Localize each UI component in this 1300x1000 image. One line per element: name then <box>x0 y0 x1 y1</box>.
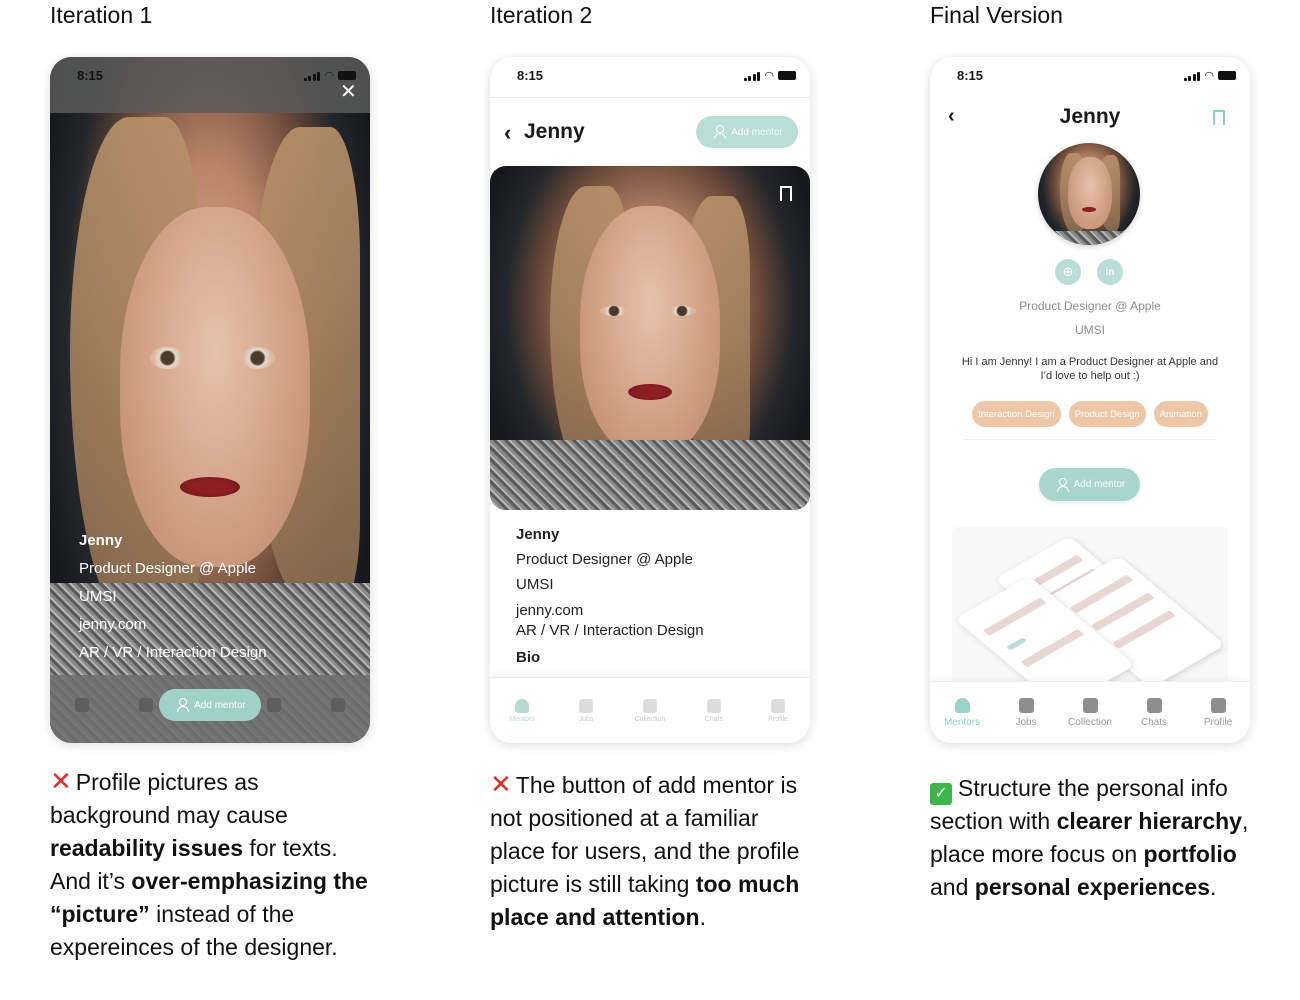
check-mark-icon: ✓ <box>930 783 952 805</box>
nav-item-mentors[interactable]: Mentors <box>498 698 546 723</box>
add-person-icon <box>711 125 727 139</box>
bottom-nav: Mentors Jobs Collection Chats Profile <box>490 677 810 743</box>
status-bar: 8:15 ◠ <box>930 57 1250 97</box>
nav-item-mentors[interactable]: Mentors <box>62 698 102 720</box>
person-icon <box>771 698 785 713</box>
column-title-iteration-1: Iteration 1 <box>50 2 153 28</box>
profile-interests: AR / VR / Interaction Design <box>79 644 267 661</box>
bio-heading: Bio <box>516 649 541 666</box>
caption-text: Structure the personal info section with… <box>930 775 1249 900</box>
briefcase-icon <box>1018 697 1034 713</box>
signal-icon <box>743 71 761 81</box>
status-time: 8:15 <box>77 68 104 83</box>
wifi-icon: ◠ <box>324 70 334 82</box>
add-mentor-button[interactable]: Add mentor <box>696 116 798 148</box>
caption-final-version: ✓ Structure the personal info section wit… <box>930 772 1250 904</box>
page-title: Jenny <box>524 120 585 143</box>
caption-iteration-2: ✕ The button of add mentor is not positio… <box>490 768 810 934</box>
profile-name: Jenny <box>79 532 123 549</box>
bookmark-icon[interactable] <box>780 186 792 201</box>
briefcase-icon <box>139 698 153 712</box>
avatar <box>1038 143 1140 245</box>
nav-item-profile[interactable]: Profile <box>1190 697 1246 728</box>
wifi-icon: ◠ <box>1204 70 1214 82</box>
wifi-icon: ◠ <box>764 70 774 82</box>
profile-name: Jenny <box>516 526 560 543</box>
add-person-icon <box>174 698 190 712</box>
profile-school: UMSI <box>79 588 117 605</box>
signal-icon <box>1183 71 1201 81</box>
chat-icon <box>1146 697 1162 713</box>
phone-iteration-2: 8:15 ◠ ‹ Jenny Add mentor Jenny Product … <box>490 57 810 743</box>
bookmark-icon[interactable] <box>1213 110 1225 125</box>
profile-photo <box>490 166 810 510</box>
nav-item-chats[interactable]: Chats <box>690 698 738 723</box>
add-mentor-button[interactable]: Add mentor <box>159 689 261 721</box>
battery-icon <box>338 71 356 80</box>
profile-info: Jenny Product Designer @ Apple UMSI jenn… <box>516 522 704 670</box>
divider <box>964 439 1216 440</box>
portfolio-preview[interactable] <box>952 527 1228 687</box>
signal-icon <box>303 71 321 81</box>
add-person-icon <box>1054 477 1069 492</box>
briefcase-icon <box>579 698 593 713</box>
phone-iteration-1: 8:15 ◠ ✕ Jenny Product Designer @ Apple … <box>50 57 370 743</box>
nav-item-profile[interactable]: Profile <box>318 698 358 720</box>
bookmark-icon <box>1082 697 1098 713</box>
status-bar: 8:15 ◠ <box>50 57 370 97</box>
bookmark-icon <box>643 698 657 713</box>
phone-final-version: 8:15 ◠ ‹ Jenny ⊕ in Product Designer @ A… <box>930 57 1250 743</box>
page-title: Jenny <box>1059 105 1121 128</box>
cross-mark-icon: ✕ <box>490 769 512 799</box>
caption-text: Profile pictures as background may cause… <box>50 769 368 960</box>
skill-tags: Interaction Design Product Design Animat… <box>930 401 1250 427</box>
nav-item-collection[interactable]: Collection <box>626 698 674 723</box>
lightbulb-icon <box>954 697 970 713</box>
profile-school: UMSI <box>516 576 554 593</box>
bottom-nav: Mentors Jobs Collection Chats Profile <box>930 681 1250 743</box>
profile-role: Product Designer @ Apple <box>516 551 693 568</box>
profile-info-overlay: Jenny Product Designer @ Apple UMSI jenn… <box>79 527 267 667</box>
chat-icon <box>707 698 721 713</box>
profile-school: UMSI <box>1075 323 1105 337</box>
nav-item-mentors[interactable]: Mentors <box>934 697 990 728</box>
column-title-final-version: Final Version <box>930 2 1063 28</box>
status-time: 8:15 <box>957 68 984 83</box>
profile-website[interactable]: jenny.com <box>516 601 704 621</box>
battery-icon <box>1218 71 1236 80</box>
nav-item-chats[interactable]: Chats <box>1126 697 1182 728</box>
profile-bio: Hi I am Jenny! I am a Product Designer a… <box>961 356 1219 382</box>
profile-interests: AR / VR / Interaction Design <box>516 622 704 639</box>
nav-item-profile[interactable]: Profile <box>754 698 802 723</box>
close-icon[interactable]: ✕ <box>340 82 357 102</box>
lightbulb-icon <box>515 698 529 713</box>
status-bar: 8:15 ◠ <box>490 57 810 97</box>
add-mentor-button[interactable]: Add mentor <box>1039 468 1140 501</box>
profile-role: Product Designer @ Apple <box>79 560 256 577</box>
tag-interaction-design[interactable]: Interaction Design <box>972 401 1061 427</box>
caption-text: The button of add mentor is not position… <box>490 772 800 930</box>
linkedin-icon[interactable]: in <box>1097 259 1123 285</box>
person-icon <box>331 698 345 712</box>
profile-website[interactable]: jenny.com <box>79 611 267 639</box>
profile-header: ‹ Jenny Add mentor <box>490 97 810 167</box>
chat-icon <box>267 698 281 712</box>
status-time: 8:15 <box>517 68 544 83</box>
nav-item-collection[interactable]: Collection <box>1062 697 1118 728</box>
back-chevron-icon[interactable]: ‹ <box>504 120 511 146</box>
battery-icon <box>778 71 796 80</box>
nav-item-jobs[interactable]: Jobs <box>998 697 1054 728</box>
column-title-iteration-2: Iteration 2 <box>490 2 593 28</box>
tag-product-design[interactable]: Product Design <box>1068 401 1146 427</box>
nav-item-jobs[interactable]: Jobs <box>562 698 610 723</box>
profile-role: Product Designer @ Apple <box>1019 299 1161 313</box>
tag-animation[interactable]: Animation <box>1153 401 1208 427</box>
person-icon <box>1210 697 1226 713</box>
cross-mark-icon: ✕ <box>50 766 72 796</box>
caption-iteration-1: ✕ Profile pictures as background may caus… <box>50 765 370 964</box>
globe-icon[interactable]: ⊕ <box>1055 259 1081 285</box>
lightbulb-icon <box>75 698 89 712</box>
